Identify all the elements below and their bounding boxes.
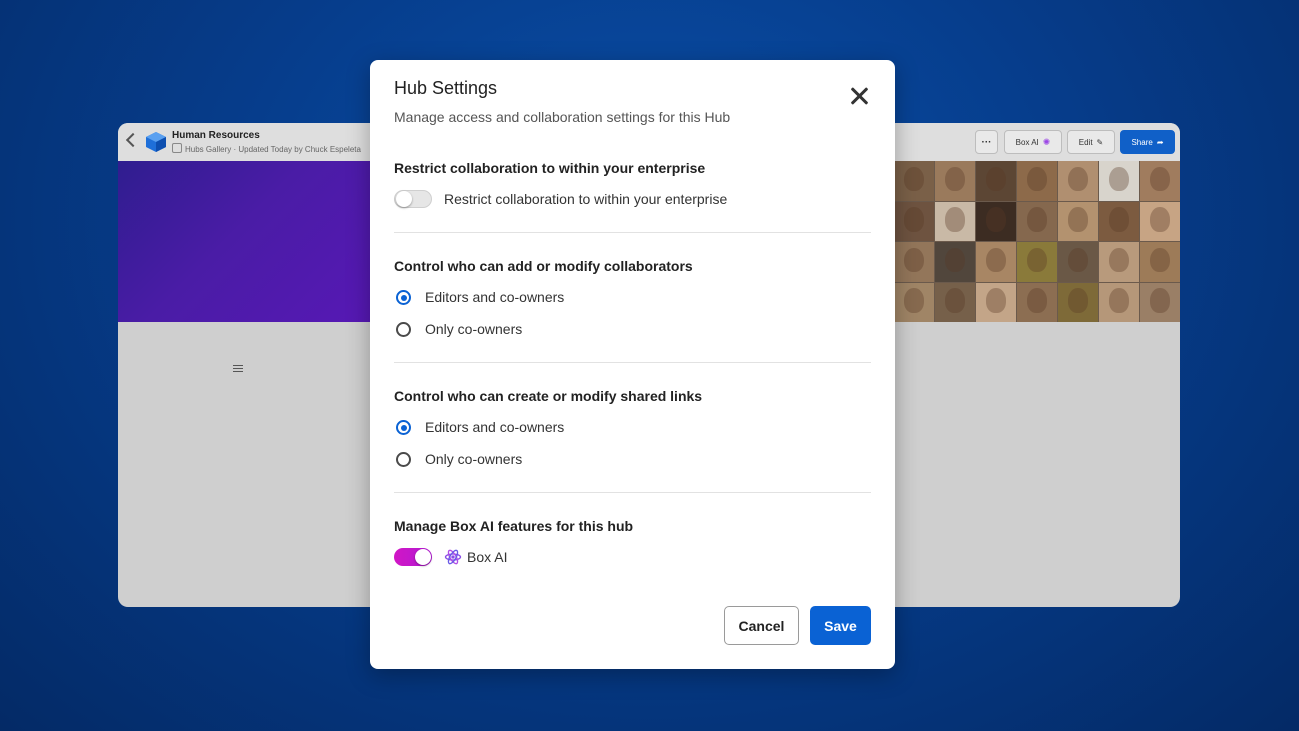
restrict-collaboration-toggle-label: Restrict collaboration to within your en… [444, 191, 728, 207]
share-button[interactable]: Share ➦ [1120, 130, 1175, 154]
list-icon [233, 365, 243, 374]
collaborators-editors-radio[interactable] [396, 290, 411, 305]
box-ai-icon [444, 549, 462, 565]
hub-settings-dialog: Hub Settings Manage access and collabora… [370, 60, 895, 669]
edit-button[interactable]: Edit ✎ [1067, 130, 1115, 154]
collaborators-coowners-label: Only co-owners [425, 321, 523, 337]
collage-tile [894, 201, 934, 241]
collage-tile [1017, 242, 1057, 282]
collaborators-coowners-radio[interactable] [396, 322, 411, 337]
restrict-collaboration-heading: Restrict collaboration to within your en… [394, 160, 706, 176]
hub-logo-icon [146, 132, 166, 152]
collage-tile [1017, 201, 1057, 241]
box-ai-toggle[interactable] [394, 548, 432, 566]
shared-links-editors-radio[interactable] [396, 420, 411, 435]
toggle-knob [396, 191, 412, 207]
collage-tile [1058, 161, 1098, 201]
hubs-gallery-icon [172, 143, 182, 153]
shared-links-coowners-label: Only co-owners [425, 451, 523, 467]
box-ai-heading: Manage Box AI features for this hub [394, 518, 634, 534]
collage-tile [1058, 242, 1098, 282]
collaborators-editors-label: Editors and co-owners [425, 289, 565, 305]
more-options-button[interactable]: ··· [975, 130, 998, 154]
collage-tile [1140, 161, 1180, 201]
collage-tile [976, 201, 1016, 241]
collage-tile [1058, 282, 1098, 322]
chevron-left-icon[interactable] [125, 132, 141, 148]
collage-tile [1140, 282, 1180, 322]
collage-tile [1099, 282, 1139, 322]
hub-subtitle-text: Hubs Gallery · Updated Today by Chuck Es… [185, 145, 361, 154]
section-divider [394, 362, 871, 363]
share-arrow-icon: ➦ [1156, 137, 1164, 147]
list-icon-line [233, 368, 243, 369]
cancel-button[interactable]: Cancel [724, 606, 799, 645]
close-icon[interactable] [848, 85, 870, 107]
restrict-collaboration-toggle[interactable] [394, 190, 432, 208]
list-icon-line [233, 371, 243, 372]
box-ai-mini-icon: ✺ [1042, 136, 1051, 147]
dialog-subtitle: Manage access and collaboration settings… [394, 109, 731, 125]
shared-links-editors-label: Editors and co-owners [425, 419, 565, 435]
save-button[interactable]: Save [810, 606, 871, 645]
box-ai-button[interactable]: Box AI ✺ [1004, 130, 1062, 154]
collage-tile [894, 282, 934, 322]
list-icon-line [233, 365, 243, 366]
section-divider [394, 232, 871, 233]
dialog-title: Hub Settings [394, 78, 498, 98]
toggle-knob [415, 549, 431, 565]
collage-tile [935, 161, 975, 201]
hub-banner-faces-collage [894, 161, 1180, 322]
share-button-label: Share [1131, 137, 1153, 147]
collage-tile [976, 242, 1016, 282]
collage-tile [1017, 161, 1057, 201]
collage-tile [1017, 282, 1057, 322]
collage-tile [894, 161, 934, 201]
collage-tile [1140, 242, 1180, 282]
collage-tile [894, 242, 934, 282]
collage-tile [935, 282, 975, 322]
collage-tile [1099, 201, 1139, 241]
collage-tile [1058, 201, 1098, 241]
collage-tile [935, 242, 975, 282]
collage-tile [1140, 201, 1180, 241]
edit-button-label: Edit [1078, 137, 1093, 147]
box-ai-toggle-label: Box AI [467, 549, 508, 565]
edit-pencil-icon: ✎ [1096, 137, 1104, 147]
hub-banner-gradient [118, 161, 378, 322]
collage-tile [976, 282, 1016, 322]
section-divider [394, 492, 871, 493]
collage-tile [1099, 242, 1139, 282]
collage-tile [1099, 161, 1139, 201]
collage-tile [976, 161, 1016, 201]
shared-links-permission-heading: Control who can create or modify shared … [394, 388, 703, 404]
collage-tile [935, 201, 975, 241]
box-ai-button-label: Box AI [1015, 137, 1039, 147]
hub-subtitle: Hubs Gallery · Updated Today by Chuck Es… [172, 143, 361, 154]
hub-title: Human Resources [172, 130, 260, 141]
collaborators-permission-heading: Control who can add or modify collaborat… [394, 258, 693, 274]
shared-links-coowners-radio[interactable] [396, 452, 411, 467]
